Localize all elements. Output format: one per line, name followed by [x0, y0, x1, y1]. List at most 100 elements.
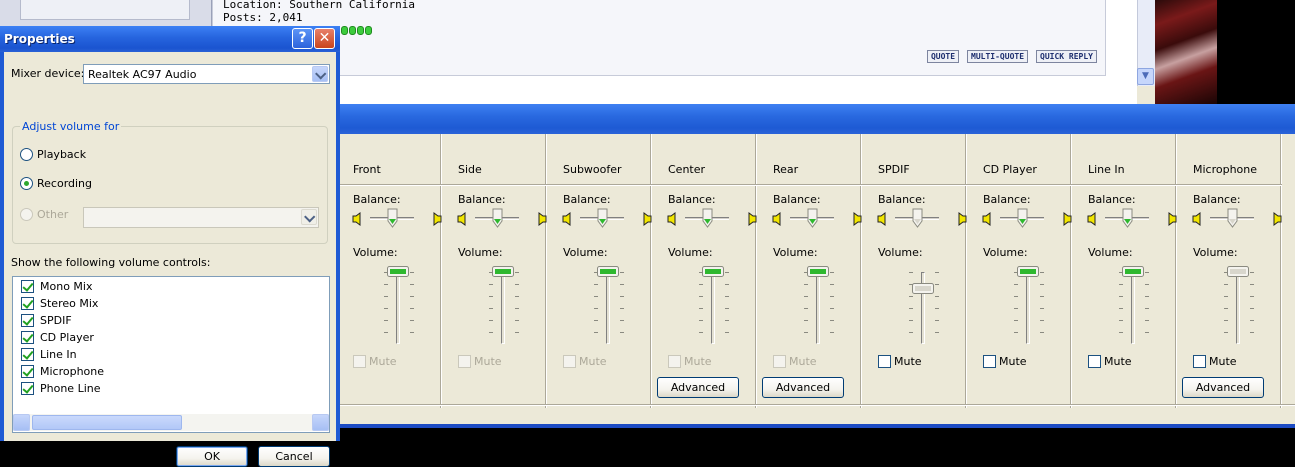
volume-controls-list[interactable]: Mono Mix Stereo Mix SPDIF CD Player Line In M… [12, 276, 330, 433]
checkbox-icon [563, 355, 576, 368]
balance-thumb[interactable] [597, 208, 608, 228]
radio-playback-label: Playback [37, 148, 87, 161]
mixer-device-select[interactable]: Realtek AC97 Audio [83, 64, 330, 84]
scroll-right-icon[interactable] [312, 414, 329, 431]
volume-slider[interactable] [396, 272, 400, 344]
balance-thumb[interactable] [912, 208, 923, 228]
channel-name: Microphone [1193, 163, 1258, 176]
checkbox-icon[interactable] [983, 355, 996, 368]
volume-thumb[interactable] [1227, 266, 1249, 277]
balance-thumb[interactable] [1227, 208, 1238, 228]
volume-thumb[interactable] [387, 266, 409, 277]
list-item-label: Phone Line [40, 382, 101, 395]
volume-label: Volume: [1088, 246, 1133, 259]
volume-slider[interactable] [1026, 272, 1030, 344]
properties-titlebar[interactable]: Properties ? ✕ [0, 26, 340, 52]
advanced-button[interactable]: Advanced [657, 377, 739, 398]
balance-thumb[interactable] [1122, 208, 1133, 228]
checkbox-checked-icon[interactable] [21, 314, 34, 327]
checkbox-checked-icon[interactable] [21, 348, 34, 361]
radio-playback[interactable]: Playback [20, 148, 86, 161]
help-icon[interactable]: ? [292, 28, 313, 49]
speaker-right-icon [1270, 212, 1282, 226]
volume-slider[interactable] [501, 272, 505, 344]
channel-strip: Side Balance: Volume: Mute [442, 134, 547, 408]
balance-label: Balance: [1088, 193, 1136, 206]
chevron-down-icon[interactable] [312, 66, 328, 82]
mute-checkbox: Mute [563, 355, 607, 368]
resize-grip[interactable] [1137, 86, 1155, 104]
checkbox-checked-icon[interactable] [21, 297, 34, 310]
scroll-thumb[interactable] [32, 415, 182, 430]
volume-ticks [489, 272, 493, 344]
list-item[interactable]: Microphone [21, 365, 104, 378]
mute-checkbox: Mute [458, 355, 502, 368]
volume-thumb[interactable] [1122, 266, 1144, 277]
list-item-label: Microphone [40, 365, 105, 378]
channel-strip: Subwoofer Balance: Volume: Mute [547, 134, 652, 408]
checkbox-checked-icon[interactable] [21, 280, 34, 293]
checkbox-icon[interactable] [878, 355, 891, 368]
radio-recording[interactable]: Recording [20, 177, 92, 190]
list-item[interactable]: SPDIF [21, 314, 72, 327]
quote-button[interactable]: QUOTE [926, 50, 960, 63]
advanced-button[interactable]: Advanced [762, 377, 844, 398]
volume-control-titlebar[interactable] [336, 104, 1295, 134]
radio-icon[interactable] [20, 148, 33, 161]
volume-thumb[interactable] [702, 266, 724, 277]
balance-thumb[interactable] [492, 208, 503, 228]
mute-checkbox[interactable]: Mute [1088, 355, 1132, 368]
radio-recording-label: Recording [37, 177, 93, 190]
mute-checkbox[interactable]: Mute [878, 355, 922, 368]
volume-slider[interactable] [1236, 272, 1240, 344]
radio-icon [20, 208, 33, 221]
balance-thumb[interactable] [702, 208, 713, 228]
close-icon[interactable]: ✕ [314, 28, 335, 49]
channel-name: Subwoofer [563, 163, 622, 176]
list-item[interactable]: CD Player [21, 331, 94, 344]
quick-reply-button[interactable]: QUICK REPLY [1036, 50, 1097, 63]
scroll-down-icon[interactable]: ▼ [1137, 68, 1154, 85]
checkbox-icon [668, 355, 681, 368]
show-controls-label: Show the following volume controls: [11, 256, 211, 269]
checkbox-checked-icon[interactable] [21, 382, 34, 395]
volume-thumb[interactable] [1017, 266, 1039, 277]
cancel-button[interactable]: Cancel [258, 446, 330, 467]
volume-ticks [515, 272, 519, 344]
ok-button[interactable]: OK [176, 446, 248, 467]
volume-thumb[interactable] [807, 266, 829, 277]
volume-slider[interactable] [1131, 272, 1135, 344]
volume-slider[interactable] [711, 272, 715, 344]
volume-thumb[interactable] [492, 266, 514, 277]
volume-label: Volume: [458, 246, 503, 259]
volume-thumb[interactable] [912, 283, 934, 294]
horizontal-scrollbar[interactable] [13, 414, 329, 431]
balance-thumb[interactable] [387, 208, 398, 228]
checkbox-icon[interactable] [1088, 355, 1101, 368]
list-item[interactable]: Stereo Mix [21, 297, 98, 310]
radio-selected-icon[interactable] [20, 177, 33, 190]
channel-strip: CD Player Balance: Volume: Mute [967, 134, 1072, 408]
list-item[interactable]: Mono Mix [21, 280, 92, 293]
list-item[interactable]: Line In [21, 348, 77, 361]
checkbox-checked-icon[interactable] [21, 365, 34, 378]
sidebar-panel [20, 0, 190, 20]
advanced-button[interactable]: Advanced [1182, 377, 1264, 398]
checkbox-icon[interactable] [1193, 355, 1206, 368]
mute-checkbox[interactable]: Mute [1193, 355, 1237, 368]
list-item[interactable]: Phone Line [21, 382, 101, 395]
volume-thumb[interactable] [597, 266, 619, 277]
scroll-left-icon[interactable] [13, 414, 30, 431]
channel-name: Side [458, 163, 482, 176]
mixer-device-value: Realtek AC97 Audio [88, 68, 197, 81]
multi-quote-button[interactable]: MULTI-QUOTE [967, 50, 1029, 63]
speaker-left-icon [562, 212, 574, 226]
volume-slider[interactable] [816, 272, 820, 344]
mute-checkbox[interactable]: Mute [983, 355, 1027, 368]
balance-thumb[interactable] [1017, 208, 1028, 228]
checkbox-checked-icon[interactable] [21, 331, 34, 344]
balance-thumb[interactable] [807, 208, 818, 228]
channel-name: Rear [773, 163, 799, 176]
volume-ticks [1250, 272, 1254, 344]
volume-slider[interactable] [606, 272, 610, 344]
